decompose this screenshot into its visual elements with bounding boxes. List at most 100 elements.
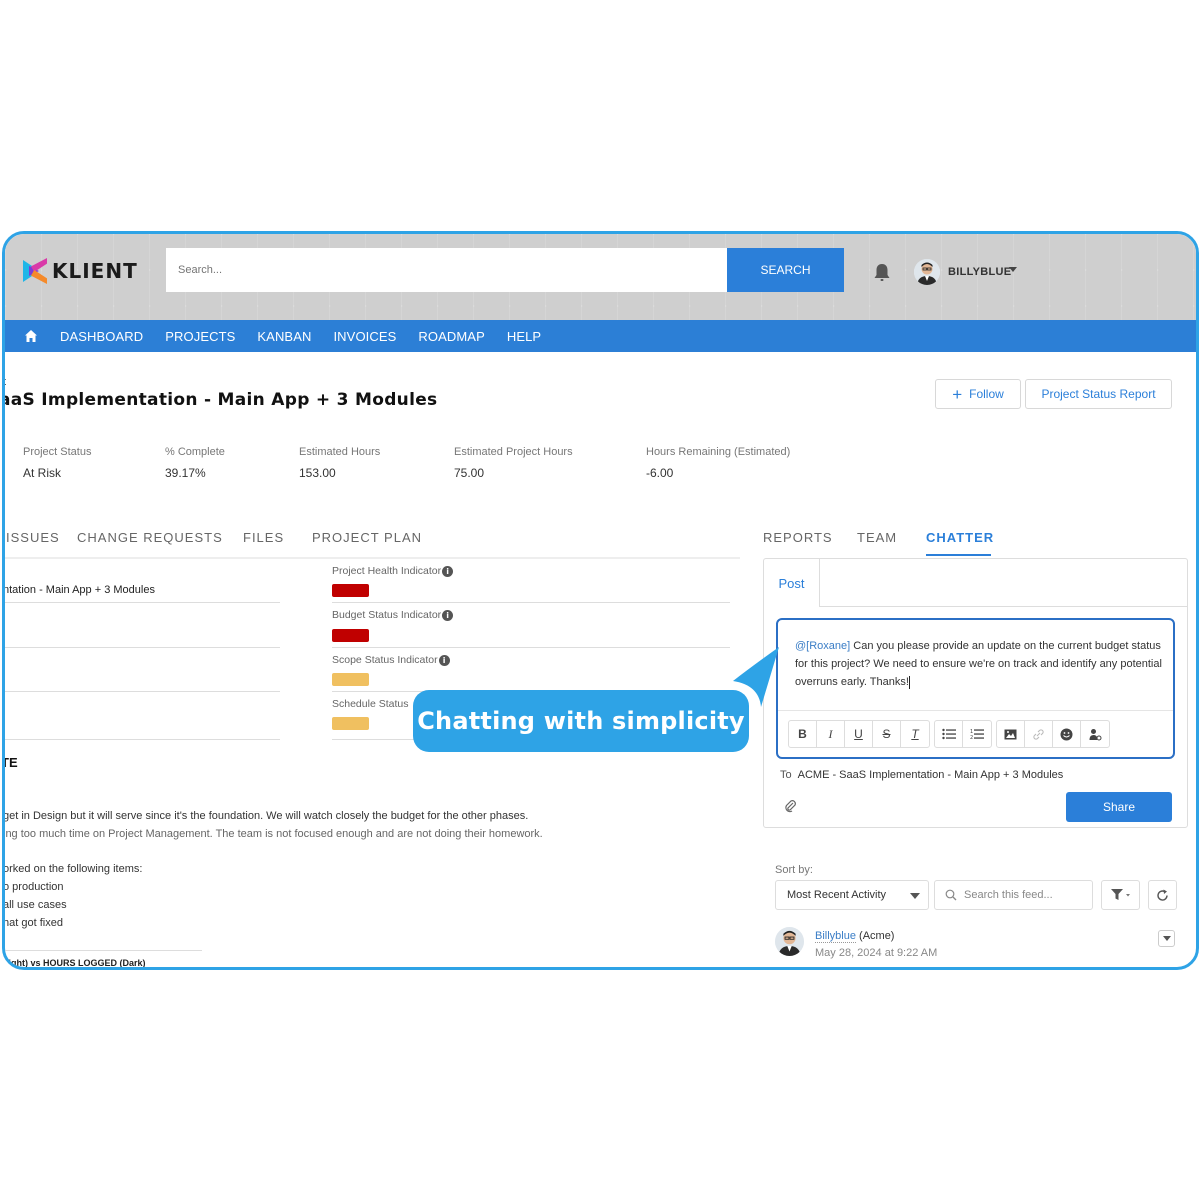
stat-value: 75.00: [454, 466, 485, 480]
stat-value: 153.00: [299, 466, 336, 480]
schedule-status-indicator-bar: [332, 717, 369, 730]
follow-button[interactable]: + Follow: [935, 379, 1021, 409]
notes-line: all use cases: [3, 899, 67, 911]
stat-value: 39.17%: [165, 466, 206, 480]
filter-icon: [1110, 889, 1130, 900]
numbered-list-icon: 12: [970, 729, 984, 740]
mention-user-button[interactable]: [1081, 721, 1109, 747]
main-nav: DASHBOARD PROJECTS KANBAN INVOICES ROADM…: [5, 320, 1196, 352]
text-cursor: [908, 675, 910, 689]
post-message-text[interactable]: @[Roxane] Can you please provide an upda…: [795, 637, 1165, 691]
info-icon[interactable]: i: [442, 565, 454, 577]
tabs-divider: [5, 557, 740, 559]
tab-reports[interactable]: REPORTS: [763, 530, 833, 545]
global-search-input[interactable]: [166, 248, 727, 292]
post-tab[interactable]: Post: [764, 559, 820, 607]
user-menu-caret-icon[interactable]: [1009, 267, 1017, 272]
stat-value: At Risk: [23, 466, 62, 480]
nav-help[interactable]: HELP: [507, 329, 541, 344]
formatting-toolbar: B I U S T 12: [788, 720, 1110, 748]
notes-line: ing too much time on Project Management.…: [3, 828, 543, 840]
feed-item-menu-button[interactable]: [1158, 930, 1175, 947]
strikethrough-button[interactable]: S: [873, 721, 901, 747]
stat-estimated-project-hours: Estimated Project Hours 75.00: [454, 446, 573, 480]
budget-status-indicator-label: Budget Status Indicator i: [332, 609, 454, 621]
attach-file-icon[interactable]: [784, 800, 798, 814]
tab-project-plan[interactable]: PROJECT PLAN: [312, 530, 422, 545]
info-icon[interactable]: i: [442, 609, 454, 621]
user-avatar[interactable]: [914, 259, 940, 285]
to-label: To: [780, 769, 792, 781]
hours-chart-caption: Light) vs HOURS LOGGED (Dark): [3, 958, 146, 968]
sort-by-value: Most Recent Activity: [787, 889, 887, 901]
tab-change-requests[interactable]: CHANGE REQUESTS: [77, 530, 223, 545]
post-editor[interactable]: @[Roxane] Can you please provide an upda…: [776, 618, 1175, 759]
bulleted-list-button[interactable]: [935, 721, 963, 747]
breadcrumb[interactable]: t: [5, 376, 6, 388]
chevron-down-icon: [1162, 936, 1171, 941]
project-status-report-button[interactable]: Project Status Report: [1025, 379, 1172, 409]
klient-logo-icon: [23, 258, 49, 284]
italic-button[interactable]: I: [817, 721, 845, 747]
share-button[interactable]: Share: [1066, 792, 1172, 822]
project-health-indicator-bar: [332, 584, 369, 597]
feed-search-placeholder: Search this feed...: [964, 889, 1053, 901]
notifications-bell-icon[interactable]: [873, 263, 891, 283]
tab-issues[interactable]: ISSUES: [6, 530, 60, 545]
feed-search-input[interactable]: Search this feed...: [934, 880, 1093, 910]
clear-format-button[interactable]: T: [901, 721, 929, 747]
home-icon[interactable]: [24, 329, 38, 343]
feed-author-link[interactable]: Billyblue: [815, 930, 856, 943]
emoji-button[interactable]: [1053, 721, 1081, 747]
project-health-indicator-label: Project Health Indicator i: [332, 565, 454, 577]
sort-by-select[interactable]: Most Recent Activity: [775, 880, 929, 910]
tab-files[interactable]: FILES: [243, 530, 284, 545]
tab-chatter[interactable]: CHATTER: [926, 530, 994, 545]
numbered-list-button[interactable]: 12: [963, 721, 991, 747]
budget-status-indicator-bar: [332, 629, 369, 642]
scope-status-indicator-label: Scope Status Indicator i: [332, 654, 450, 666]
row-divider: [332, 602, 730, 603]
project-name-field: ntation - Main App + 3 Modules: [3, 584, 155, 596]
notes-line: hat got fixed: [3, 917, 63, 929]
feed-refresh-button[interactable]: [1148, 880, 1177, 910]
search-icon: [945, 889, 957, 901]
klient-logo[interactable]: KLIENT: [23, 258, 138, 284]
app-window-frame: KLIENT SEARCH BILLYBLUE DASHBOARD: [2, 231, 1199, 970]
feed-filter-button[interactable]: [1101, 880, 1140, 910]
tab-team[interactable]: TEAM: [857, 530, 897, 545]
nav-kanban[interactable]: KANBAN: [257, 329, 311, 344]
notes-heading: TE: [2, 755, 18, 770]
logo-text: KLIENT: [52, 259, 138, 283]
nav-roadmap[interactable]: ROADMAP: [418, 329, 484, 344]
bold-button[interactable]: B: [789, 721, 817, 747]
stat-label: Hours Remaining (Estimated): [646, 446, 791, 458]
row-divider: [5, 691, 280, 692]
mention-tag[interactable]: @[Roxane]: [795, 640, 850, 652]
notes-line: get in Design but it will serve since it…: [3, 810, 529, 822]
post-recipient: To ACME - SaaS Implementation - Main App …: [780, 769, 1063, 781]
image-icon: [1004, 729, 1017, 739]
to-value[interactable]: ACME - SaaS Implementation - Main App + …: [798, 769, 1064, 781]
underline-button[interactable]: U: [845, 721, 873, 747]
nav-invoices[interactable]: INVOICES: [333, 329, 396, 344]
info-icon[interactable]: i: [438, 654, 450, 666]
chart-divider: [5, 950, 202, 951]
notes-line: o production: [3, 881, 64, 893]
top-header: KLIENT SEARCH BILLYBLUE: [5, 234, 1196, 320]
nav-projects[interactable]: PROJECTS: [165, 329, 235, 344]
plus-icon: +: [952, 384, 963, 404]
stat-label: % Complete: [165, 446, 225, 458]
user-name-menu[interactable]: BILLYBLUE: [948, 266, 1011, 278]
feed-timestamp[interactable]: May 28, 2024 at 9:22 AM: [815, 947, 937, 959]
row-divider: [5, 647, 280, 648]
search-button[interactable]: SEARCH: [727, 248, 844, 292]
insert-link-button[interactable]: [1025, 721, 1053, 747]
stat-percent-complete: % Complete 39.17%: [165, 446, 225, 480]
stat-project-status: Project Status At Risk: [23, 446, 91, 480]
row-divider: [5, 602, 280, 603]
insert-image-button[interactable]: [997, 721, 1025, 747]
message-body: Can you please provide an update on the …: [795, 640, 1162, 688]
nav-dashboard[interactable]: DASHBOARD: [60, 329, 143, 344]
feed-author-avatar[interactable]: [775, 927, 804, 956]
